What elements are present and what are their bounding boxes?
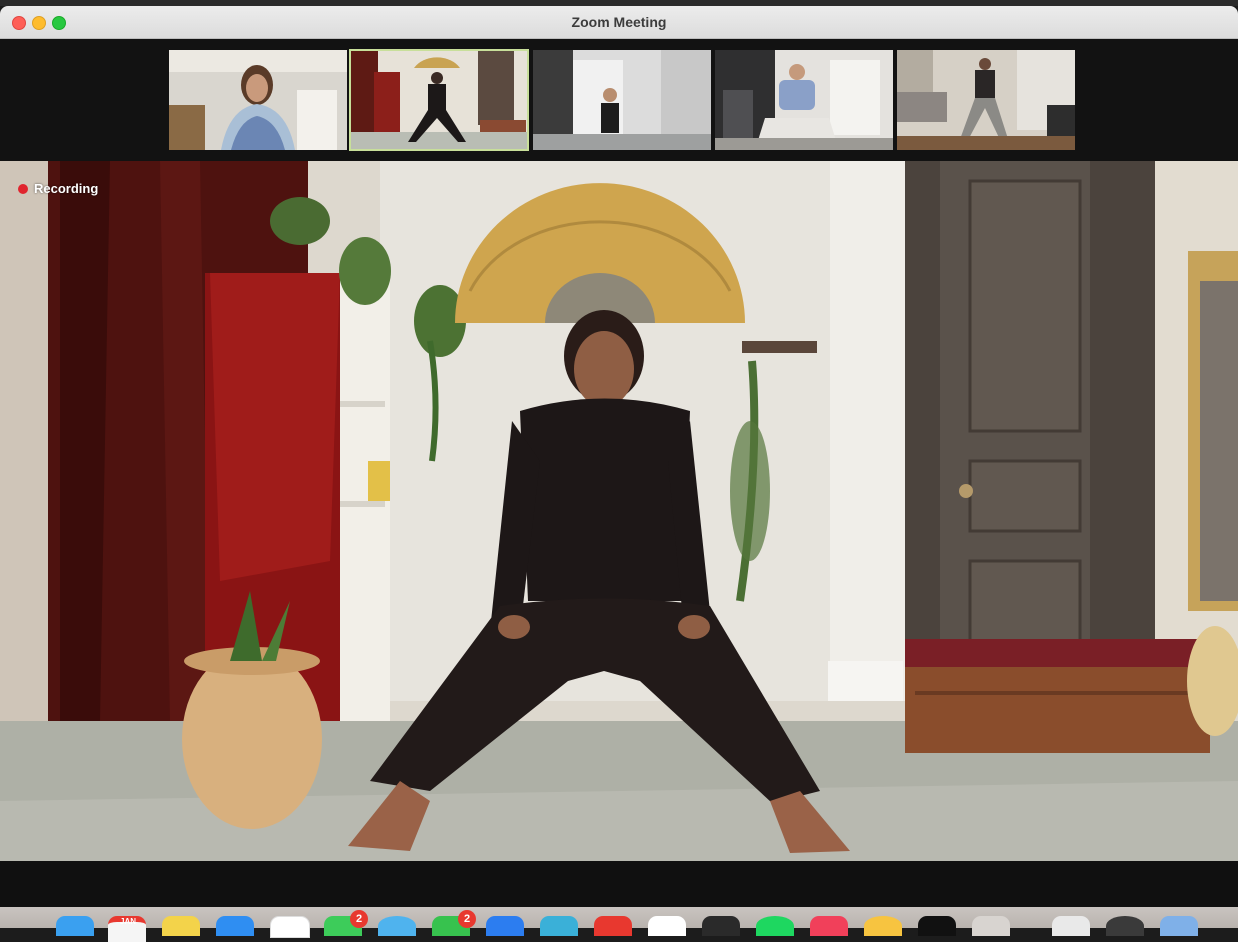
dock: JAN 2 2: [0, 907, 1238, 942]
facetime-badge: 2: [458, 910, 476, 928]
photos-icon[interactable]: [648, 916, 686, 936]
appstore-icon[interactable]: [486, 916, 524, 936]
window-title: Zoom Meeting: [571, 14, 667, 30]
sketch-icon[interactable]: [864, 916, 902, 936]
recording-indicator[interactable]: Recording: [14, 179, 102, 198]
folder-icon[interactable]: [1160, 916, 1198, 936]
participant-video: [715, 50, 893, 150]
active-speaker-video[interactable]: Recording: [0, 161, 1238, 861]
maps-icon[interactable]: [540, 916, 578, 936]
news-icon[interactable]: [594, 916, 632, 936]
messages-badge: 2: [350, 910, 368, 928]
safari-icon[interactable]: [378, 916, 416, 936]
participant-video: [533, 50, 711, 150]
meeting-controls-bar: [0, 861, 1238, 907]
preview-icon[interactable]: [1052, 916, 1090, 936]
notes-icon[interactable]: [162, 916, 200, 936]
participant-tile[interactable]: [897, 50, 1075, 150]
calendar-month-label: JAN: [120, 917, 137, 926]
window-title-bar[interactable]: Zoom Meeting: [0, 6, 1238, 39]
participant-tile[interactable]: [169, 50, 347, 150]
mail-icon[interactable]: [216, 916, 254, 936]
finder-icon[interactable]: [56, 916, 94, 936]
terminal-icon[interactable]: [918, 916, 956, 936]
participant-tile[interactable]: [533, 50, 711, 150]
participant-tile[interactable]: [715, 50, 893, 150]
recording-label: Recording: [34, 181, 99, 196]
spotify-icon[interactable]: [756, 916, 794, 936]
music-icon[interactable]: [810, 916, 848, 936]
reminders-icon[interactable]: [270, 916, 310, 938]
pen-icon[interactable]: [972, 916, 1010, 936]
participant-gallery: [0, 39, 1238, 161]
activity-icon[interactable]: [702, 916, 740, 936]
speaker-video-frame: [0, 161, 1238, 861]
participant-tile-active[interactable]: [349, 49, 529, 151]
recording-dot-icon: [18, 183, 28, 194]
participant-video: [169, 50, 347, 150]
quicktime-icon[interactable]: [1106, 916, 1144, 936]
participant-video: [897, 50, 1075, 150]
participant-video: [350, 50, 528, 150]
